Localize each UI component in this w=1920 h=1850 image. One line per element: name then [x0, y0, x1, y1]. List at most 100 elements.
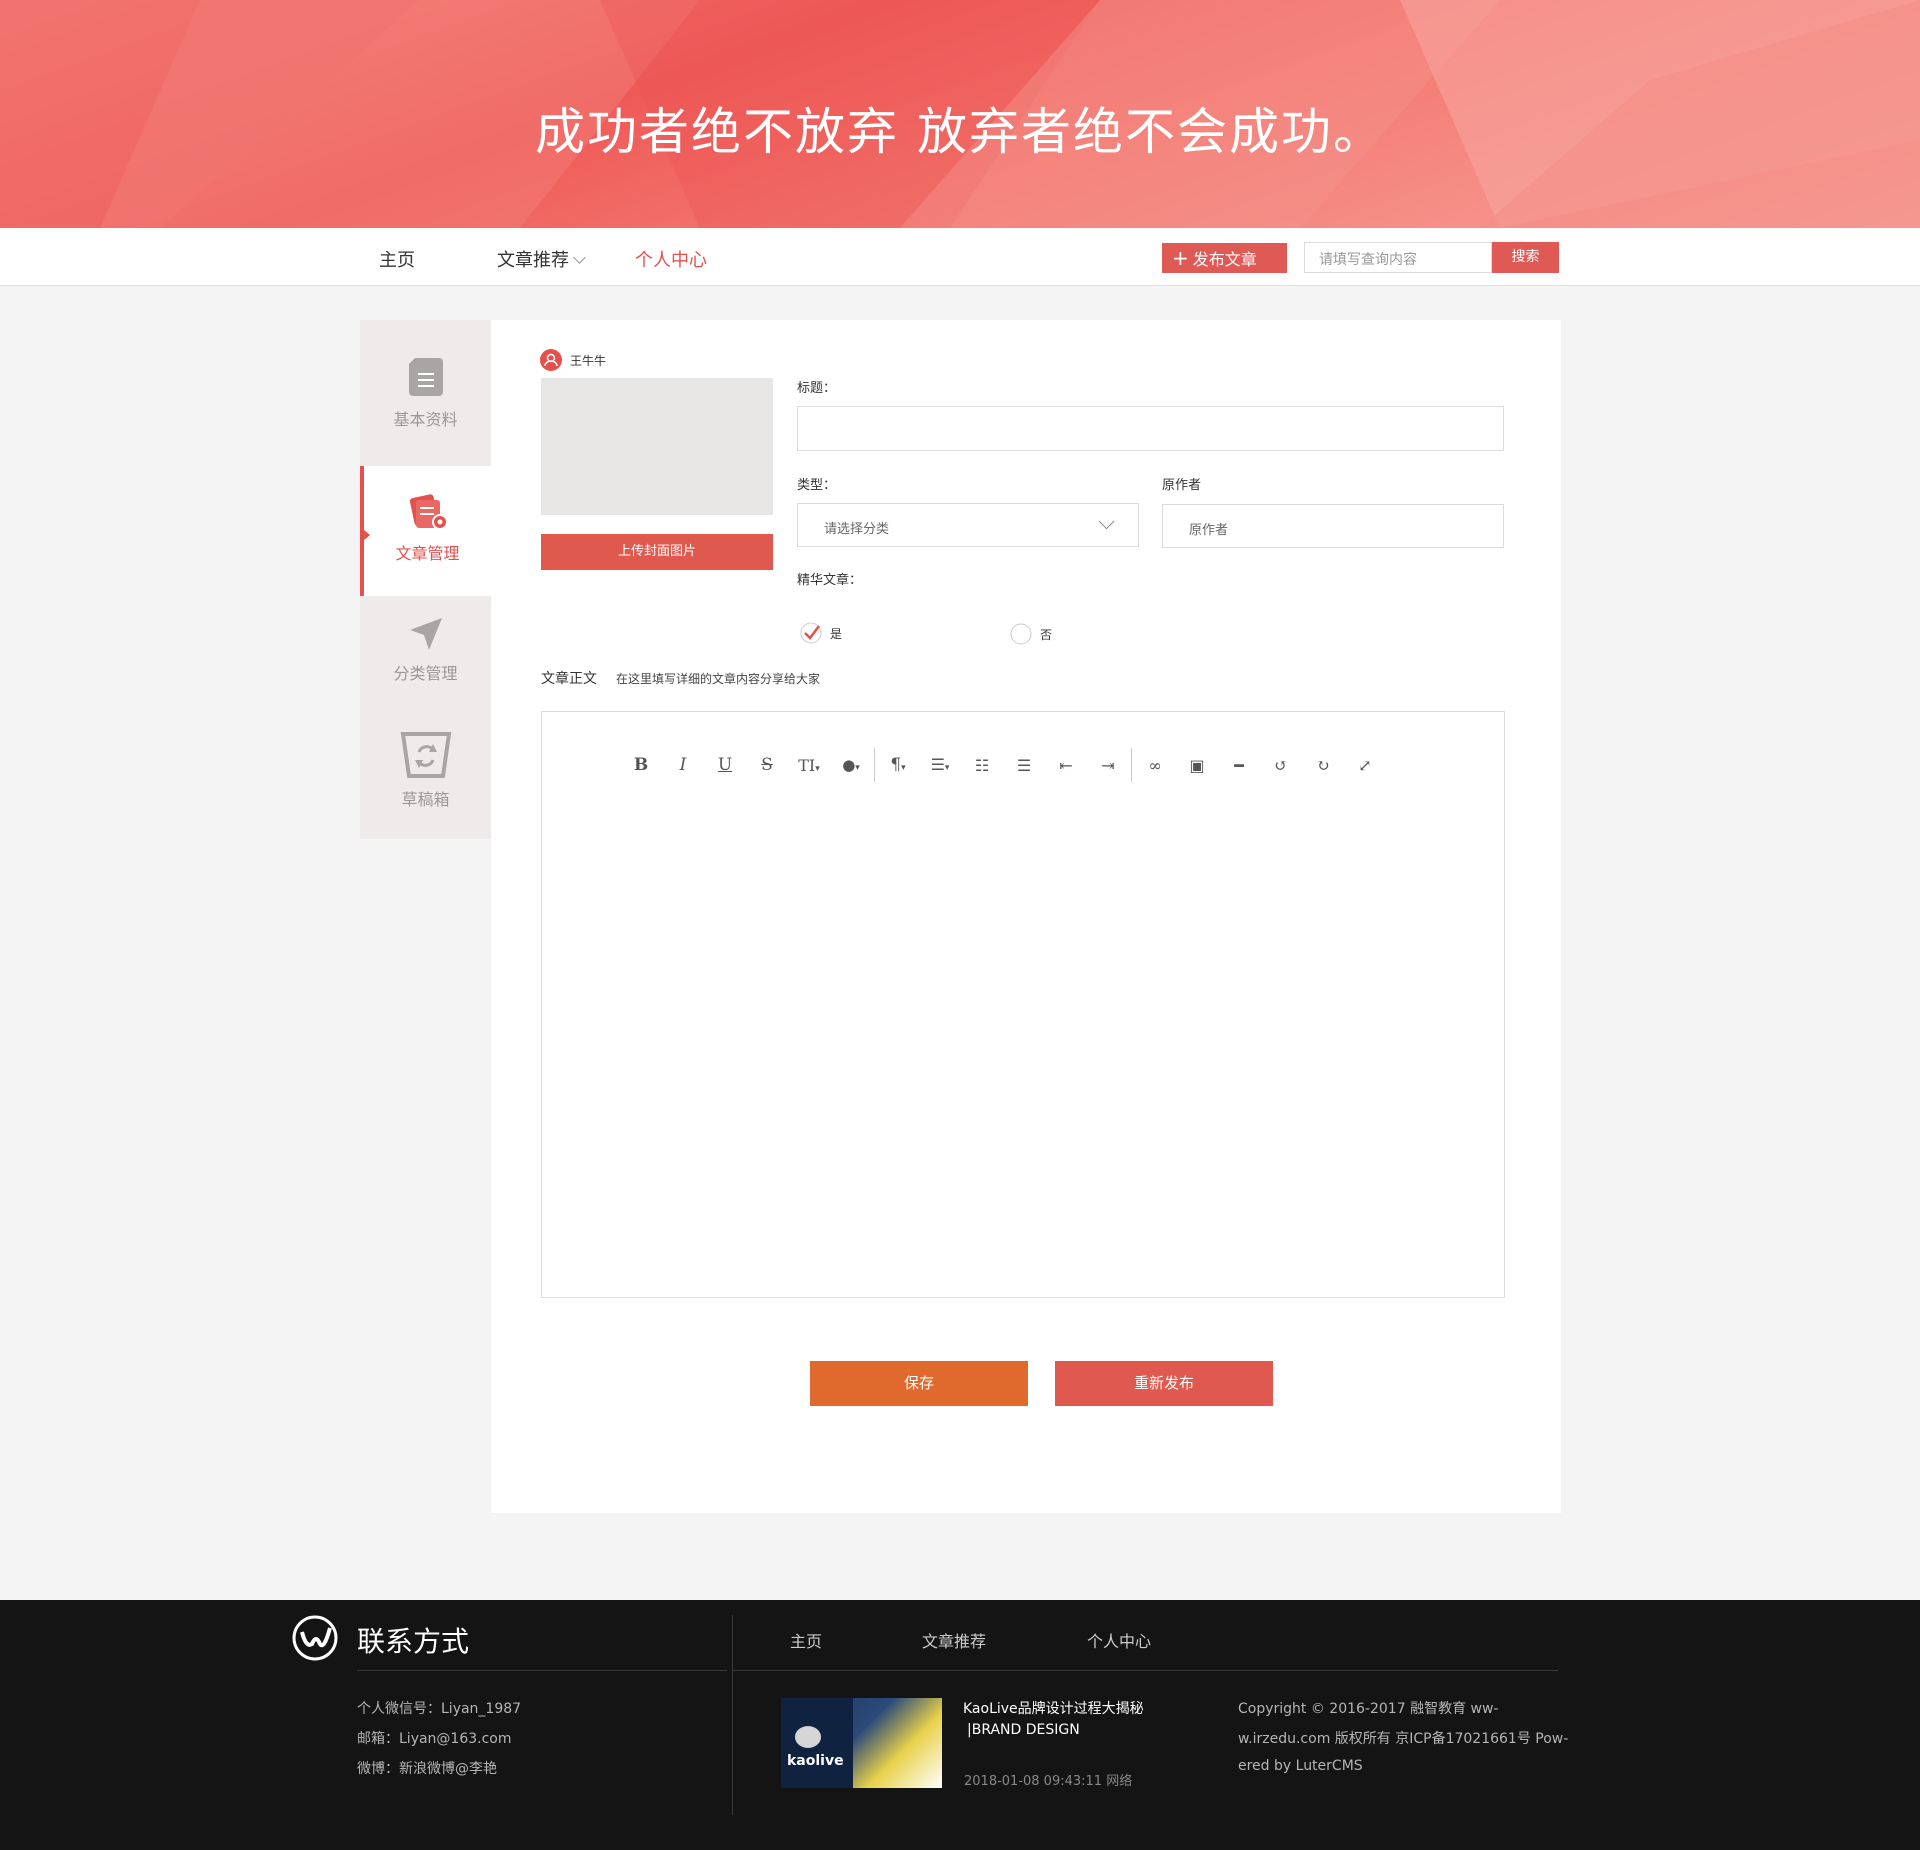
horizontal-line-icon: ━ — [1234, 755, 1244, 775]
author-name: 王牛牛 — [570, 354, 607, 368]
align-button[interactable]: ☰▾ — [919, 755, 961, 775]
ordered-list-button[interactable]: ☷ — [961, 756, 1003, 775]
nav-recommend[interactable]: 文章推荐 — [497, 246, 586, 272]
nav-recommend-label: 文章推荐 — [497, 250, 569, 271]
italic-button[interactable]: I — [662, 755, 704, 775]
footer-divider — [357, 1670, 727, 1671]
footer-weibo: 微博：新浪微博@李艳 — [357, 1761, 497, 1777]
copyright-line-3: ered by LuterCMS — [1238, 1758, 1363, 1774]
sidebar-item-label: 草稿箱 — [401, 790, 450, 809]
brand-logo-icon — [292, 1615, 338, 1661]
featured-yes-label: 是 — [830, 626, 843, 641]
featured-yes-radio[interactable]: 是 — [800, 622, 842, 644]
image-icon: ▣ — [1189, 755, 1205, 775]
thumbnail-brand: kaolive — [787, 1753, 844, 1769]
original-author-input[interactable]: 原作者 — [1162, 504, 1504, 548]
caret-down-icon: ▾ — [815, 763, 820, 774]
indent-button[interactable]: ⇥ — [1087, 756, 1129, 775]
original-author-placeholder: 原作者 — [1189, 523, 1229, 538]
sidebar-item-label: 基本资料 — [393, 410, 458, 429]
cover-image-placeholder — [541, 378, 773, 515]
outdent-icon: ⇤ — [1059, 755, 1073, 775]
paragraph-button[interactable]: ¶▾ — [877, 755, 919, 775]
sidebar-item-drafts[interactable]: 草稿箱 — [360, 718, 491, 839]
banner-slogan: 成功者绝不放弃 放弃者绝不会成功。 — [535, 103, 1385, 161]
original-author-label: 原作者 — [1162, 478, 1202, 493]
text-color-button[interactable]: ●▾ — [830, 755, 872, 775]
footer-vertical-divider — [732, 1615, 733, 1815]
expand-icon: ⤢ — [1358, 755, 1372, 775]
bold-button[interactable]: B — [620, 755, 662, 775]
title-input[interactable] — [797, 406, 1504, 451]
republish-button[interactable]: 重新发布 — [1055, 1361, 1273, 1406]
save-button[interactable]: 保存 — [810, 1361, 1028, 1406]
unordered-list-button[interactable]: ☰ — [1003, 756, 1045, 775]
featured-no-radio[interactable]: 否 — [1010, 623, 1052, 645]
align-left-icon: ☰ — [930, 755, 945, 774]
footer-nav-home[interactable]: 主页 — [790, 1628, 822, 1652]
caret-down-icon: ▾ — [855, 763, 860, 773]
sidebar-item-articles[interactable]: 文章管理 — [360, 466, 491, 596]
article-settings-icon — [409, 494, 448, 530]
redo-button[interactable]: ↻ — [1302, 756, 1344, 775]
outdent-button[interactable]: ⇤ — [1045, 756, 1087, 775]
chevron-down-icon — [573, 251, 586, 264]
link-button[interactable]: ∞ — [1134, 756, 1176, 775]
title-label: 标题： — [797, 381, 837, 396]
top-nav: 主页 文章推荐 个人中心 — [0, 228, 1920, 286]
footer-nav-divider — [733, 1670, 1558, 1671]
search-button[interactable]: 搜索 — [1492, 242, 1559, 273]
footer-nav-personal[interactable]: 个人中心 — [1087, 1628, 1151, 1652]
droplet-icon: ● — [842, 756, 856, 774]
chevron-down-icon — [1098, 513, 1115, 530]
document-icon — [408, 358, 443, 396]
font-size-button[interactable]: TI▾ — [788, 756, 830, 775]
sidebar-item-categories[interactable]: 分类管理 — [360, 596, 491, 718]
news-meta: 2018-01-08 09:43:11 网络 — [964, 1774, 1133, 1789]
sidebar-item-profile[interactable]: 基本资料 — [360, 320, 491, 466]
fullscreen-button[interactable]: ⤢ — [1344, 756, 1386, 775]
strikethrough-button[interactable]: S — [746, 755, 788, 775]
recycle-bin-icon — [400, 732, 451, 778]
redo-icon: ↻ — [1316, 755, 1330, 775]
bullet-list-icon: ☰ — [1016, 755, 1032, 775]
upload-cover-button[interactable]: 上传封面图片 — [541, 534, 773, 570]
font-size-label: TI — [798, 755, 816, 775]
horizontal-rule-button[interactable]: ━ — [1218, 756, 1260, 775]
featured-label: 精华文章： — [797, 573, 863, 588]
checked-radio-icon — [800, 622, 822, 644]
category-select[interactable]: 请选择分类 — [797, 503, 1139, 547]
sidebar-item-label: 文章管理 — [395, 544, 460, 563]
body-hint: 在这里填写详细的文章内容分享给大家 — [616, 672, 821, 686]
footer-title: 联系方式 — [357, 1625, 470, 1658]
undo-button[interactable]: ↺ — [1260, 756, 1302, 775]
footer: 联系方式 个人微信号：Liyan_1987 邮箱：Liyan@163.com 微… — [0, 1600, 1920, 1850]
news-thumbnail[interactable]: kaolive — [781, 1698, 942, 1788]
sidebar-item-label: 分类管理 — [393, 664, 458, 683]
footer-nav-recommend[interactable]: 文章推荐 — [922, 1628, 986, 1652]
news-title[interactable]: KaoLive品牌设计过程大揭秘 — [963, 1698, 1144, 1718]
image-button[interactable]: ▣ — [1176, 756, 1218, 775]
body-label: 文章正文 — [541, 671, 597, 687]
nav-personal[interactable]: 个人中心 — [635, 246, 707, 272]
plus-icon: + — [1172, 246, 1189, 270]
search-input[interactable]: 请填写查询内容 — [1304, 242, 1492, 273]
ordered-list-icon: ☷ — [974, 755, 990, 775]
caret-down-icon: ▾ — [944, 763, 950, 773]
footer-wechat: 个人微信号：Liyan_1987 — [357, 1701, 522, 1717]
sidebar: 基本资料 文章管理 分类管理 草稿箱 — [360, 320, 491, 839]
footer-email: 邮箱：Liyan@163.com — [357, 1731, 512, 1747]
paragraph-label: ¶ — [890, 755, 902, 775]
nav-home[interactable]: 主页 — [379, 246, 415, 272]
editor-toolbar: B I U S TI▾ ●▾ ¶▾ ☰▾ ☷ ☰ ⇤ ⇥ ∞ ▣ ━ ↺ ↻ ⤢ — [620, 748, 1386, 782]
type-label: 类型： — [797, 478, 837, 493]
news-subtitle[interactable]: |BRAND DESIGN — [967, 1722, 1080, 1738]
radio-icon — [1010, 623, 1032, 645]
koala-icon — [795, 1726, 821, 1748]
underline-button[interactable]: U — [704, 755, 746, 775]
indent-icon: ⇥ — [1101, 755, 1115, 775]
publish-label: 发布文章 — [1192, 250, 1257, 269]
link-icon: ∞ — [1148, 755, 1162, 775]
rich-text-editor[interactable] — [541, 711, 1505, 1298]
publish-article-button[interactable]: + 发布文章 — [1162, 243, 1287, 273]
